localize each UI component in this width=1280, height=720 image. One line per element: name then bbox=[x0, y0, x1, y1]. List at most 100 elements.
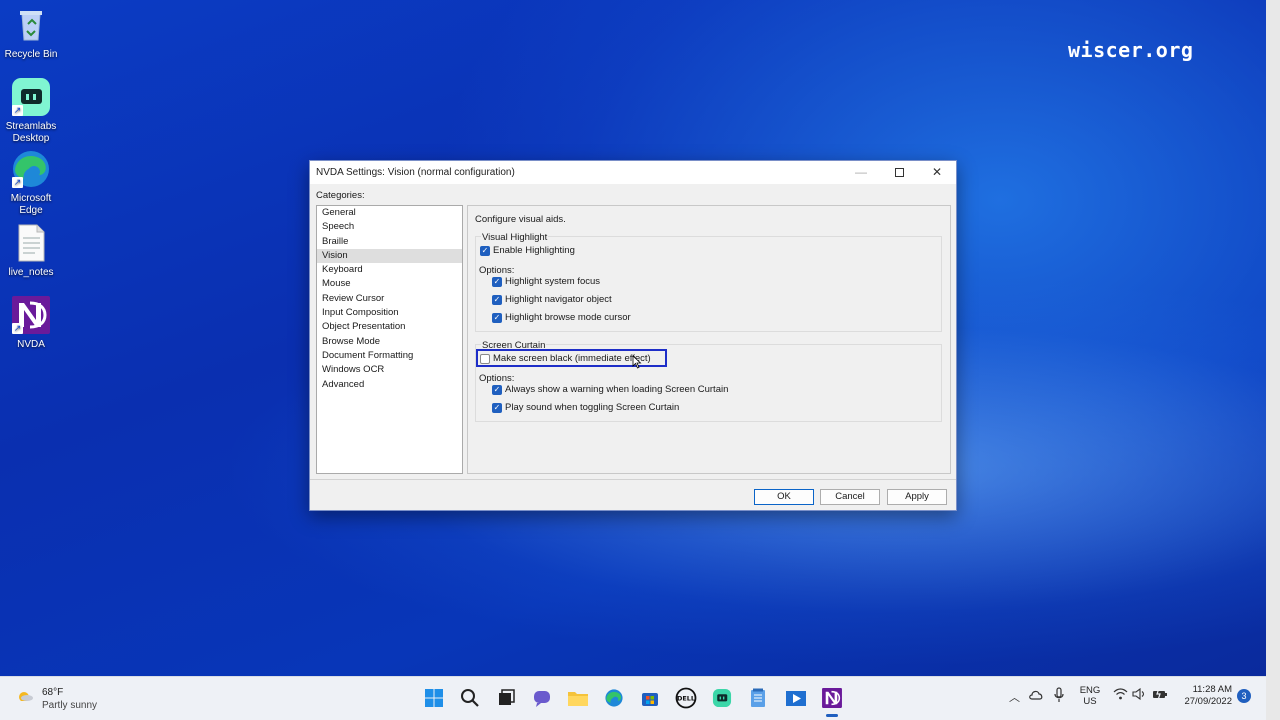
media-player-icon bbox=[786, 691, 806, 706]
visual-highlight-label: Visual Highlight bbox=[481, 232, 549, 243]
desktop-icon-streamlabs[interactable]: ↗ Streamlabs Desktop bbox=[0, 76, 62, 145]
highlight-navigator-object-label[interactable]: Highlight navigator object bbox=[505, 294, 612, 305]
weather-temperature: 68°F bbox=[42, 687, 64, 698]
category-speech[interactable]: Speech bbox=[317, 220, 462, 234]
notepad-button[interactable] bbox=[744, 684, 772, 712]
streamlabs-icon: ↗ bbox=[10, 76, 52, 118]
microphone-button[interactable] bbox=[1053, 687, 1065, 706]
task-view-icon bbox=[499, 689, 515, 705]
shortcut-arrow-icon: ↗ bbox=[12, 323, 23, 334]
desktop-icon-nvda[interactable]: ↗ NVDA bbox=[0, 294, 62, 351]
file-explorer-icon bbox=[568, 692, 588, 706]
highlight-system-focus-label[interactable]: Highlight system focus bbox=[505, 276, 600, 287]
highlight-browse-mode-cursor-checkbox[interactable]: ✓ bbox=[492, 313, 502, 323]
streamlabs-taskbar-button[interactable] bbox=[708, 684, 736, 712]
desktop-icon-recycle-bin[interactable]: Recycle Bin bbox=[0, 4, 62, 61]
search-icon bbox=[461, 689, 479, 707]
edge-icon bbox=[605, 689, 623, 707]
highlight-browse-mode-cursor-label[interactable]: Highlight browse mode cursor bbox=[505, 312, 631, 323]
category-object-presentation[interactable]: Object Presentation bbox=[317, 320, 462, 334]
network-button[interactable] bbox=[1113, 688, 1128, 703]
category-browse-mode[interactable]: Browse Mode bbox=[317, 335, 462, 349]
recycle-bin-icon bbox=[10, 4, 52, 46]
taskbar-search-button[interactable] bbox=[456, 684, 484, 712]
clock-time: 11:28 AM bbox=[1192, 684, 1232, 695]
task-view-button[interactable] bbox=[492, 684, 520, 712]
notification-badge[interactable]: 3 bbox=[1237, 689, 1251, 703]
category-windows-ocr[interactable]: Windows OCR bbox=[317, 363, 462, 377]
svg-text:DELL: DELL bbox=[677, 695, 695, 703]
wifi-icon bbox=[1113, 688, 1128, 700]
category-mouse[interactable]: Mouse bbox=[317, 277, 462, 291]
minimize-icon: — bbox=[855, 165, 867, 179]
nvda-icon bbox=[822, 688, 842, 708]
maximize-button[interactable] bbox=[880, 161, 918, 184]
weather-widget[interactable]: 68°F Partly sunny bbox=[14, 683, 114, 715]
dialog-titlebar[interactable]: NVDA Settings: Vision (normal configurat… bbox=[310, 161, 956, 184]
apply-button[interactable]: Apply bbox=[887, 489, 947, 505]
category-vision[interactable]: Vision bbox=[317, 248, 462, 264]
active-app-indicator bbox=[826, 714, 838, 717]
battery-button[interactable] bbox=[1152, 687, 1168, 703]
highlight-navigator-object-checkbox[interactable]: ✓ bbox=[492, 295, 502, 305]
store-button[interactable] bbox=[636, 684, 664, 712]
dialog-title: NVDA Settings: Vision (normal configurat… bbox=[316, 167, 515, 178]
category-braille[interactable]: Braille bbox=[317, 235, 462, 249]
edge-taskbar-button[interactable] bbox=[600, 684, 628, 712]
highlight-system-focus-checkbox[interactable]: ✓ bbox=[492, 277, 502, 287]
category-general[interactable]: General bbox=[317, 206, 462, 220]
vision-settings-panel: Configure visual aids. Visual Highlight … bbox=[467, 205, 951, 474]
clock[interactable]: 11:28 AM 27/09/2022 bbox=[1176, 684, 1232, 708]
desktop-icon-label: NVDA bbox=[17, 339, 45, 350]
chat-icon bbox=[534, 691, 550, 707]
play-sound-label[interactable]: Play sound when toggling Screen Curtain bbox=[505, 402, 679, 413]
category-keyboard[interactable]: Keyboard bbox=[317, 263, 462, 277]
enable-highlighting-checkbox[interactable]: ✓ bbox=[480, 246, 490, 256]
minimize-button[interactable]: — bbox=[842, 161, 880, 184]
close-button[interactable]: ✕ bbox=[918, 161, 956, 184]
warning-screen-curtain-checkbox[interactable]: ✓ bbox=[492, 385, 502, 395]
play-sound-checkbox[interactable]: ✓ bbox=[492, 403, 502, 413]
cancel-button[interactable]: Cancel bbox=[820, 489, 880, 505]
screen-edge-strip bbox=[1266, 0, 1280, 720]
edge-icon: ↗ bbox=[10, 148, 52, 190]
desktop-icon-edge[interactable]: ↗ Microsoft Edge bbox=[0, 148, 62, 217]
input-language-button[interactable]: ENG US bbox=[1078, 685, 1102, 707]
volume-button[interactable] bbox=[1132, 687, 1147, 703]
start-button[interactable] bbox=[420, 684, 448, 712]
clock-date: 27/09/2022 bbox=[1184, 696, 1232, 707]
file-explorer-button[interactable] bbox=[564, 684, 592, 712]
nvda-icon: ↗ bbox=[10, 294, 52, 336]
onedrive-button[interactable] bbox=[1028, 688, 1044, 703]
start-icon bbox=[425, 689, 443, 707]
cloud-icon bbox=[1029, 690, 1043, 700]
category-input-composition[interactable]: Input Composition bbox=[317, 306, 462, 320]
enable-highlighting-label[interactable]: Enable Highlighting bbox=[493, 245, 575, 256]
dell-button[interactable]: DELL bbox=[672, 684, 700, 712]
ok-button[interactable]: OK bbox=[754, 489, 814, 505]
category-advanced[interactable]: Advanced bbox=[317, 378, 462, 392]
speaker-icon bbox=[1132, 687, 1145, 701]
curtain-options-label: Options: bbox=[479, 373, 515, 384]
maximize-icon bbox=[894, 168, 904, 178]
notepad-icon bbox=[751, 688, 765, 707]
mouse-pointer-icon bbox=[632, 355, 642, 369]
show-hidden-icons-button[interactable]: ︿ bbox=[1009, 689, 1020, 705]
categories-list[interactable]: General Speech Braille Vision Keyboard M… bbox=[316, 205, 463, 474]
streamlabs-icon bbox=[712, 688, 732, 708]
language-code: ENG bbox=[1079, 685, 1101, 696]
category-review-cursor[interactable]: Review Cursor bbox=[317, 292, 462, 306]
desktop-icon-label: Microsoft Edge bbox=[10, 193, 52, 216]
media-player-button[interactable] bbox=[782, 684, 810, 712]
desktop-icon-live-notes[interactable]: live_notes bbox=[0, 222, 62, 279]
warning-screen-curtain-label[interactable]: Always show a warning when loading Scree… bbox=[505, 384, 728, 395]
battery-charging-icon bbox=[1153, 687, 1167, 701]
nvda-settings-dialog: NVDA Settings: Vision (normal configurat… bbox=[309, 160, 957, 511]
chat-button[interactable] bbox=[528, 684, 556, 712]
dell-icon: DELL bbox=[675, 687, 697, 709]
text-file-icon bbox=[10, 222, 52, 264]
category-document-formatting[interactable]: Document Formatting bbox=[317, 349, 462, 363]
desktop-icon-label: Recycle Bin bbox=[4, 49, 58, 60]
nvda-taskbar-button[interactable] bbox=[818, 684, 846, 717]
highlight-options-label: Options: bbox=[479, 265, 515, 276]
